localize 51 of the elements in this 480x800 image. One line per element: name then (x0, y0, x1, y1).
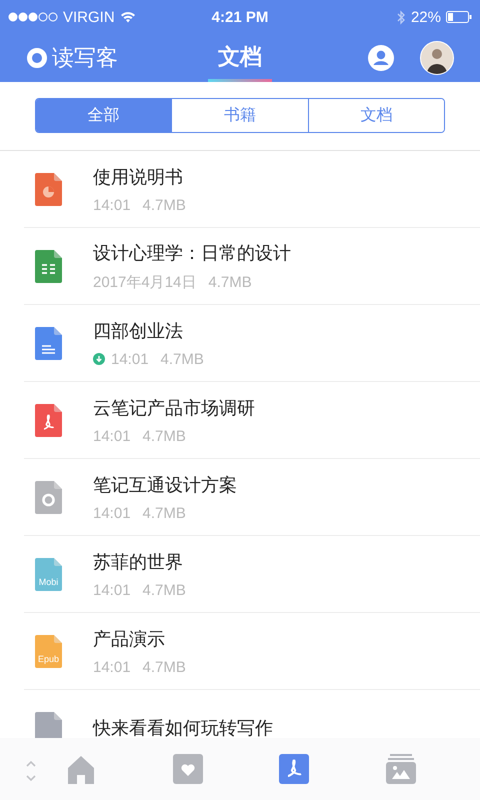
file-size: 4.7MB (142, 428, 186, 444)
file-size: 4.7MB (142, 196, 186, 214)
signal-icon (8, 12, 58, 22)
file-type-label: Epub (36, 654, 60, 664)
file-date: 14:01 (93, 196, 131, 214)
file-title: 云笔记产品市场调研 (93, 396, 255, 420)
bluetooth-icon (396, 10, 406, 24)
doc-file-icon (35, 326, 62, 360)
ppt-file-icon (35, 172, 62, 206)
file-date: 14:01 (93, 658, 131, 676)
image-file-icon (35, 480, 62, 514)
home-icon[interactable] (66, 754, 96, 784)
wifi-icon (120, 11, 136, 23)
file-type-label: Mobi (38, 576, 60, 586)
reorder-icon[interactable] (26, 759, 36, 783)
mobi-file-icon (35, 558, 62, 590)
image-icon[interactable] (386, 754, 416, 784)
segment-tab[interactable]: 文档 (308, 99, 444, 132)
page-title: 文档 (218, 43, 262, 71)
pdf-icon[interactable] (279, 754, 310, 784)
txt-file-icon (35, 712, 62, 738)
battery-percent: 22% (410, 8, 441, 26)
segment-tab[interactable]: 全部 (36, 99, 172, 132)
file-title: 笔记互通设计方案 (93, 474, 237, 496)
battery-icon (446, 11, 472, 23)
file-title: 苏菲的世界 (93, 550, 184, 574)
file-size: 4.7MB (208, 274, 252, 290)
file-size: 4.7MB (160, 350, 204, 368)
file-title: 设计心理学：日常的设计 (93, 242, 291, 264)
app-name: 读写客 (52, 44, 118, 72)
file-date: 14:01 (93, 428, 131, 444)
file-date: 2017年4月14日 (93, 272, 196, 292)
sheet-file-icon (35, 250, 62, 282)
clock: 4:21 PM (212, 8, 268, 26)
file-date: 14:01 (93, 582, 131, 598)
file-date: 14:01 (111, 350, 149, 368)
file-size: 4.7MB (142, 658, 186, 676)
file-title: 使用说明书 (93, 166, 184, 188)
epub-file-icon (35, 634, 62, 668)
file-size: 4.7MB (142, 504, 186, 522)
file-date: 14:01 (93, 504, 131, 522)
active-indicator (208, 79, 272, 82)
file-size: 4.7MB (142, 582, 186, 598)
file-title: 快来看看如何玩转写作 (93, 717, 273, 738)
file-title: 产品演示 (93, 628, 166, 650)
logo-icon (26, 47, 48, 69)
avatar[interactable] (420, 41, 454, 75)
carrier: VIRGIN (63, 8, 115, 26)
file-title: 四部创业法 (93, 320, 184, 342)
pdf-file-icon (35, 404, 62, 436)
profile-icon[interactable] (368, 45, 394, 71)
